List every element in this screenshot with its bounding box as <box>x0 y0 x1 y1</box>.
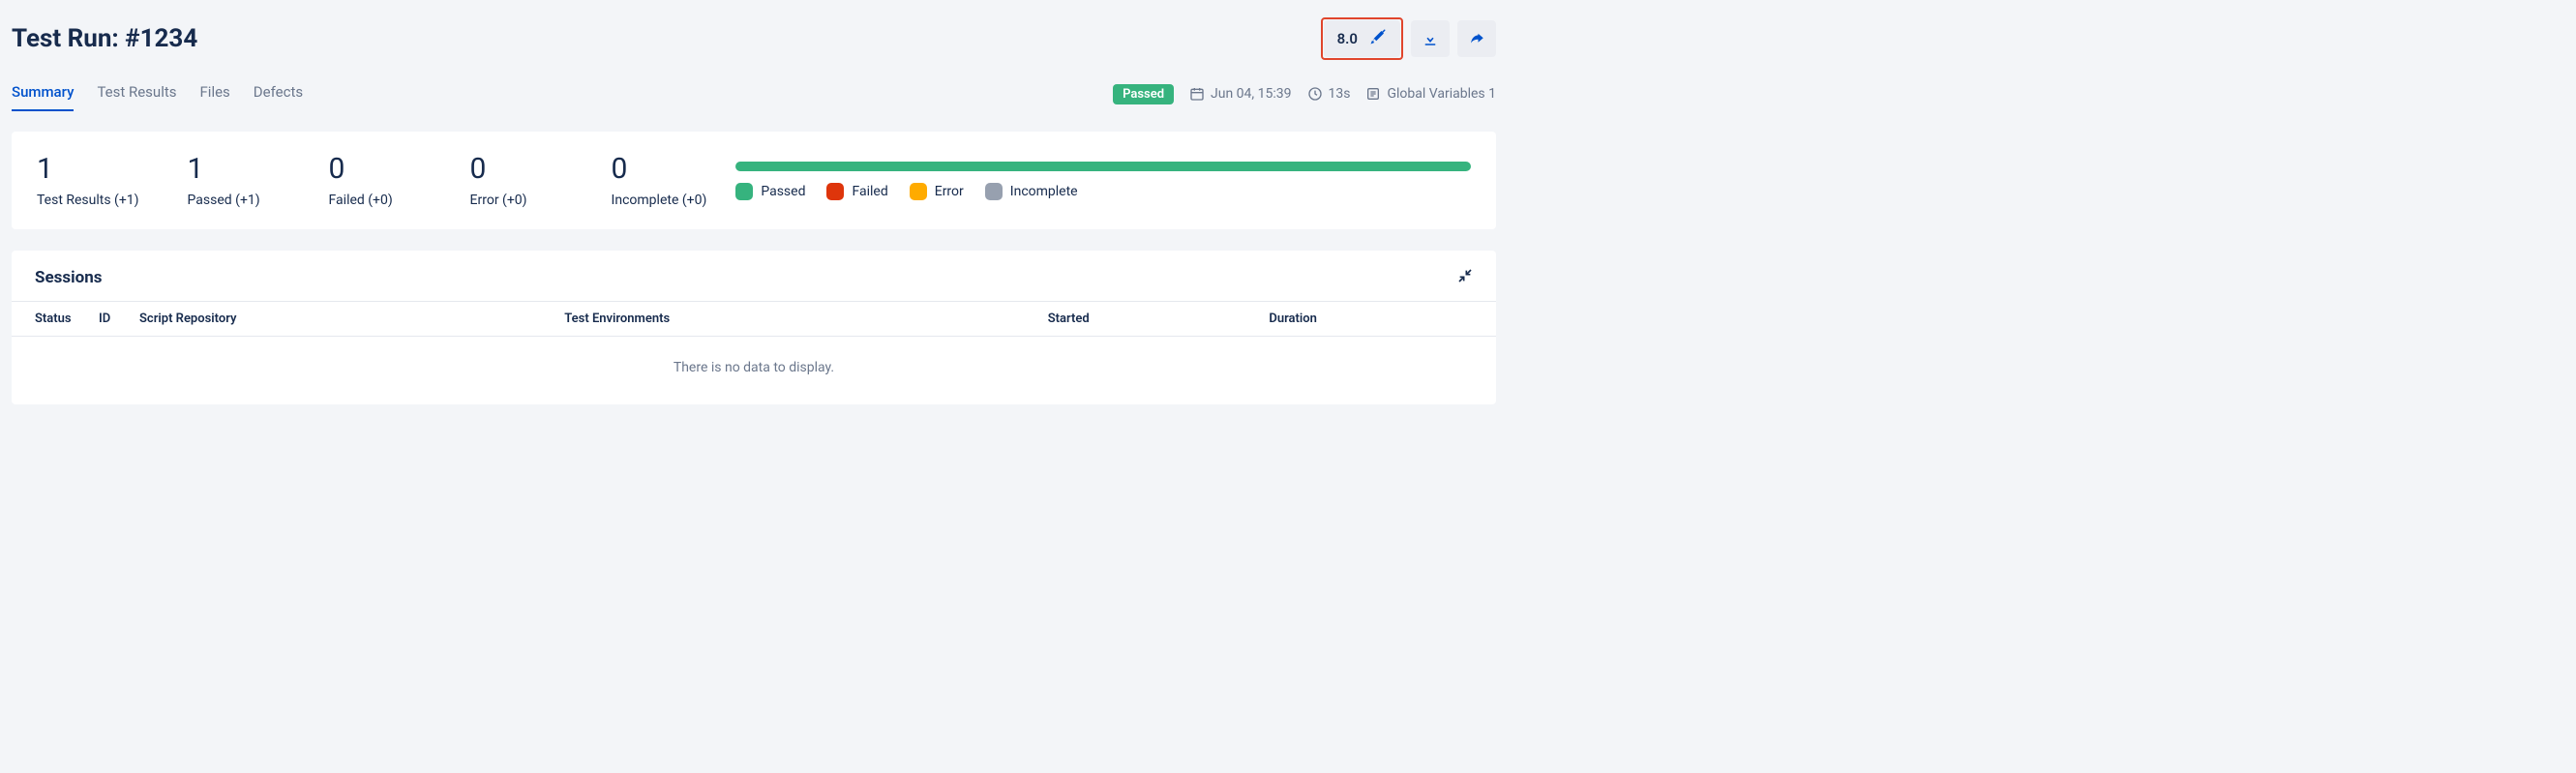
stats-card: 1 Test Results (+1) 1 Passed (+1) 0 Fail… <box>12 132 1496 229</box>
tab-summary[interactable]: Summary <box>12 77 74 110</box>
tab-files[interactable]: Files <box>200 77 230 110</box>
stat-incomplete: 0 Incomplete (+0) <box>612 153 707 208</box>
tabs: Summary Test Results Files Defects <box>12 77 303 110</box>
tab-defects[interactable]: Defects <box>254 77 303 110</box>
calendar-icon <box>1189 86 1205 102</box>
collapse-button[interactable] <box>1457 268 1473 287</box>
clock-icon <box>1307 86 1323 102</box>
swatch-incomplete <box>985 183 1003 200</box>
col-duration[interactable]: Duration <box>1269 312 1473 326</box>
legend-incomplete: Incomplete <box>985 183 1078 200</box>
legend-error: Error <box>910 183 964 200</box>
sessions-card: Sessions Status ID Script Repository Tes… <box>12 251 1496 404</box>
version-button[interactable]: 8.0 <box>1324 20 1400 57</box>
col-started[interactable]: Started <box>1048 312 1252 326</box>
sessions-table-head: Status ID Script Repository Test Environ… <box>12 301 1496 337</box>
page-title: Test Run: #1234 <box>12 24 197 53</box>
col-env[interactable]: Test Environments <box>564 312 1030 326</box>
rocket-icon <box>1369 28 1387 49</box>
version-label: 8.0 <box>1337 30 1358 47</box>
meta-row: Passed Jun 04, 15:39 13s Global Variable… <box>1113 84 1496 104</box>
col-id[interactable]: ID <box>99 312 122 326</box>
version-highlight: 8.0 <box>1321 17 1403 60</box>
col-status[interactable]: Status <box>35 312 81 326</box>
share-icon <box>1468 30 1485 47</box>
col-repo[interactable]: Script Repository <box>139 312 547 326</box>
meta-variables: Global Variables 1 <box>1365 86 1496 102</box>
collapse-icon <box>1457 268 1473 283</box>
progress-bar <box>735 162 1471 171</box>
status-badge: Passed <box>1113 84 1174 104</box>
swatch-passed <box>735 183 753 200</box>
stat-error: 0 Error (+0) <box>470 153 563 208</box>
sessions-title: Sessions <box>35 268 102 287</box>
download-icon <box>1422 30 1439 47</box>
stat-failed: 0 Failed (+0) <box>329 153 422 208</box>
legend-passed: Passed <box>735 183 805 200</box>
legend: Passed Failed Error Incomplete <box>735 183 1471 200</box>
meta-date: Jun 04, 15:39 <box>1189 86 1291 102</box>
share-button[interactable] <box>1457 20 1496 57</box>
sessions-empty: There is no data to display. <box>12 337 1496 404</box>
legend-failed: Failed <box>826 183 887 200</box>
stat-passed: 1 Passed (+1) <box>188 153 281 208</box>
list-icon <box>1365 86 1381 102</box>
stat-test-results: 1 Test Results (+1) <box>37 153 139 208</box>
header-actions: 8.0 <box>1321 17 1496 60</box>
swatch-failed <box>826 183 844 200</box>
tab-test-results[interactable]: Test Results <box>97 77 176 110</box>
swatch-error <box>910 183 927 200</box>
meta-duration: 13s <box>1307 86 1351 102</box>
download-button[interactable] <box>1411 20 1450 57</box>
